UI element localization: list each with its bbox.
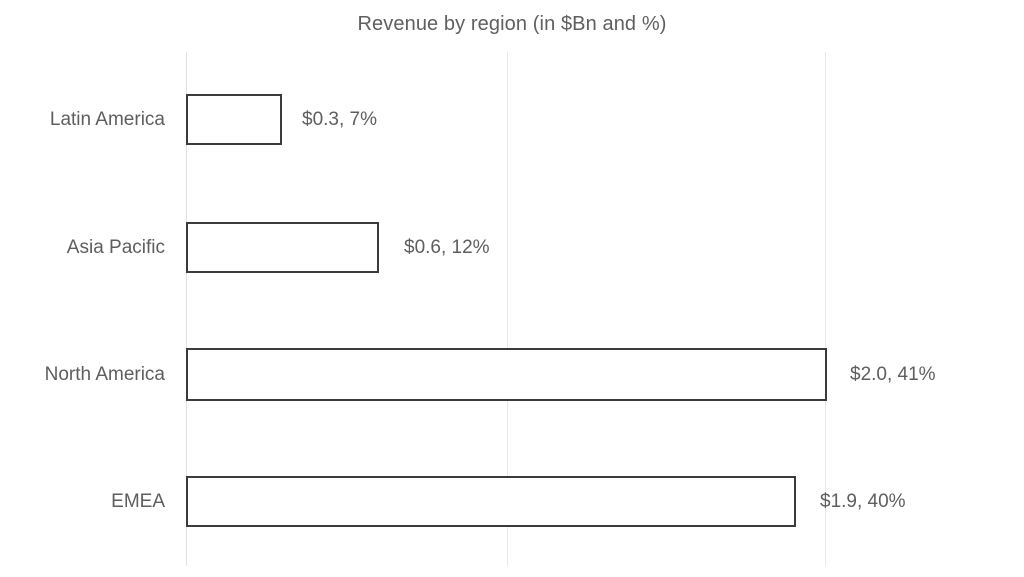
category-label-north-america: North America [44,364,165,385]
bar-latin-america[interactable] [186,94,282,145]
bar-asia-pacific[interactable] [186,222,379,273]
value-label-emea: $1.9, 40% [820,491,906,512]
bar-north-america[interactable] [186,348,827,401]
gridline-2 [825,52,826,566]
value-label-latin-america: $0.3, 7% [302,109,377,130]
category-label-emea: EMEA [111,491,165,512]
bar-chart: Revenue by region (in $Bn and %) Latin A… [0,0,1024,577]
category-label-asia-pacific: Asia Pacific [66,237,165,258]
plot-area: Latin America $0.3, 7% Asia Pacific $0.6… [0,0,1024,577]
value-label-north-america: $2.0, 41% [850,364,936,385]
bar-emea[interactable] [186,476,796,527]
value-label-asia-pacific: $0.6, 12% [404,237,490,258]
category-label-latin-america: Latin America [49,109,165,130]
